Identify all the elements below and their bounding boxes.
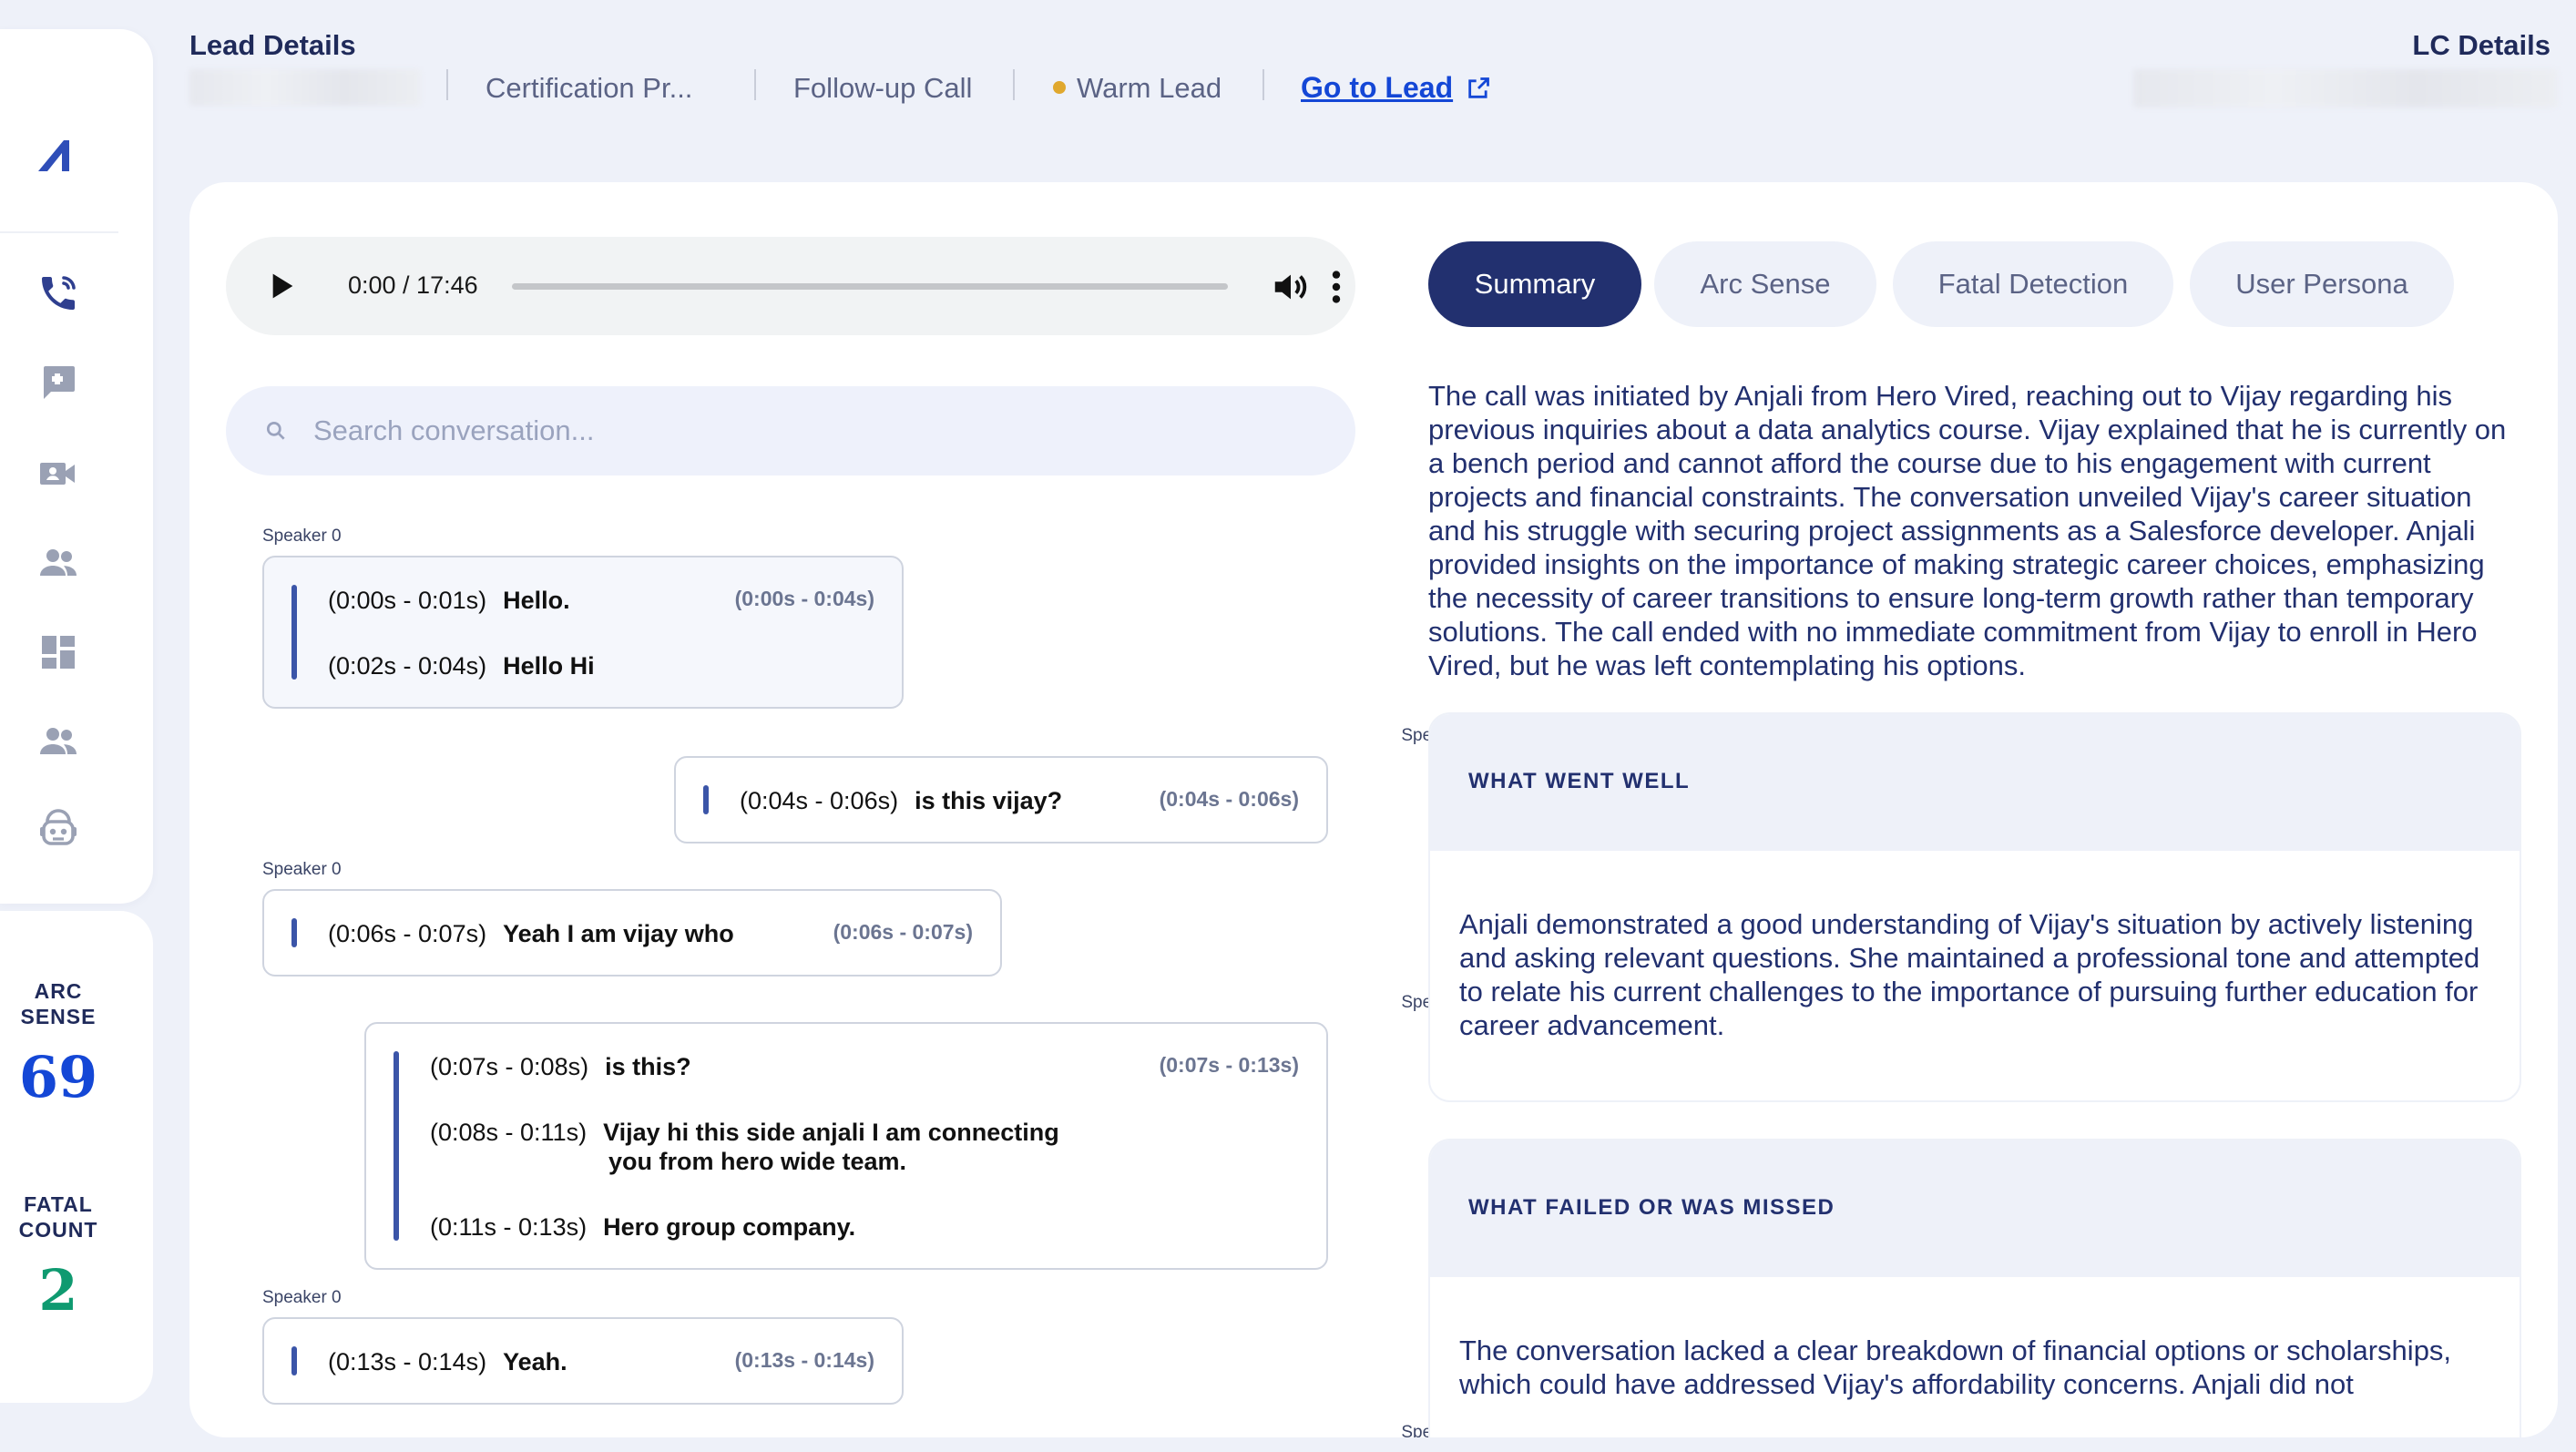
tab-fatal-detection[interactable]: Fatal Detection xyxy=(1893,241,2173,327)
phone-call-icon[interactable] xyxy=(33,268,84,319)
header-separator xyxy=(446,69,448,100)
video-call-icon[interactable] xyxy=(33,448,84,499)
fatal-count-label: FATAL COUNT xyxy=(18,1192,98,1242)
header-separator xyxy=(1262,69,1264,100)
go-to-lead-link[interactable]: Go to Lead xyxy=(1301,71,1491,105)
sidebar-divider xyxy=(0,231,118,233)
message-range: (0:00s - 0:04s) xyxy=(734,587,874,610)
message-range: (0:07s - 0:13s) xyxy=(1159,1053,1299,1077)
message-line: (0:04s - 0:06s) is this vijay? xyxy=(740,787,1063,814)
group-icon[interactable] xyxy=(33,716,84,767)
tab-arc-sense[interactable]: Arc Sense xyxy=(1654,241,1876,327)
people-icon[interactable] xyxy=(33,537,84,588)
search-input[interactable] xyxy=(313,404,1315,457)
message-line: (0:07s - 0:08s) is this? xyxy=(430,1053,691,1080)
lead-name-redacted xyxy=(189,69,421,106)
lead-status-label: Warm Lead xyxy=(1077,72,1222,104)
message-bubble[interactable]: (0:04s - 0:06s) (0:04s - 0:06s) is this v… xyxy=(674,756,1328,844)
header-separator xyxy=(1013,69,1015,100)
header-separator xyxy=(754,69,756,100)
speaker-label: Speaker 0 xyxy=(262,860,342,879)
message-line: (0:00s - 0:01s) Hello. xyxy=(328,587,570,614)
search-icon xyxy=(266,421,285,440)
arc-sense-label: ARC SENSE xyxy=(20,979,97,1028)
message-line: (0:08s - 0:11s) Vijay hi this side anjali… xyxy=(430,1119,1059,1175)
play-icon[interactable] xyxy=(262,268,299,304)
warm-status-dot xyxy=(1053,81,1066,94)
more-options-icon[interactable] xyxy=(1323,266,1350,308)
tab-user-persona[interactable]: User Persona xyxy=(2190,241,2454,327)
go-to-lead-label: Go to Lead xyxy=(1301,71,1454,104)
main-card: 0:00 / 17:46 Speaker 0 (0:00s - 0:04s) (… xyxy=(189,182,2558,1437)
message-line: (0:06s - 0:07s) Yeah I am vijay who xyxy=(328,920,734,947)
progress-track[interactable] xyxy=(512,283,1228,290)
summary-text: The call was initiated by Anjali from He… xyxy=(1428,380,2507,681)
search-bar xyxy=(226,386,1355,475)
fatal-count-value: 2 xyxy=(38,1257,78,1324)
message-bar xyxy=(703,785,709,814)
lc-details-title: LC Details xyxy=(2412,29,2550,61)
message-line: (0:13s - 0:14s) Yeah. xyxy=(328,1348,567,1375)
message-range: (0:06s - 0:07s) xyxy=(833,920,973,944)
message-line: (0:02s - 0:04s) Hello Hi xyxy=(328,652,595,680)
message-bar xyxy=(394,1051,399,1241)
program-name: Certification Pr... xyxy=(486,72,693,104)
app-logo-icon[interactable] xyxy=(33,129,80,177)
section-body: The conversation lacked a clear breakdow… xyxy=(1459,1334,2452,1400)
message-bar xyxy=(291,585,297,680)
message-bubble[interactable]: (0:07s - 0:13s) (0:07s - 0:08s) is this? … xyxy=(364,1022,1328,1270)
what-went-well-card: WHAT WENT WELL Anjali demonstrated a goo… xyxy=(1428,712,2521,1102)
what-failed-card: WHAT FAILED OR WAS MISSED The conversati… xyxy=(1428,1139,2521,1437)
lead-details-title: Lead Details xyxy=(189,29,356,61)
chat-icon[interactable] xyxy=(33,357,84,408)
section-title: WHAT FAILED OR WAS MISSED xyxy=(1468,1195,1835,1220)
message-bubble[interactable]: (0:00s - 0:04s) (0:00s - 0:01s) Hello. (0… xyxy=(262,556,904,709)
arc-sense-value: 69 xyxy=(18,1044,98,1110)
message-bar xyxy=(291,1346,297,1375)
volume-icon[interactable] xyxy=(1270,266,1312,308)
playback-time: 0:00 / 17:46 xyxy=(348,271,478,299)
section-header: WHAT WENT WELL xyxy=(1430,714,2520,851)
speaker-label: Speaker 0 xyxy=(262,527,342,546)
dashboard-icon[interactable] xyxy=(33,627,84,678)
message-bar xyxy=(291,918,297,947)
lead-status: Warm Lead xyxy=(1053,72,1222,105)
sidebar xyxy=(0,29,153,904)
message-range: (0:04s - 0:06s) xyxy=(1159,787,1299,811)
stats-panel: ARC SENSE 69 FATAL COUNT 2 xyxy=(0,911,153,1403)
message-range: (0:13s - 0:14s) xyxy=(734,1348,874,1372)
agent-bot-icon[interactable] xyxy=(33,805,84,856)
message-bubble[interactable]: (0:06s - 0:07s) (0:06s - 0:07s) Yeah I am… xyxy=(262,889,1002,977)
speaker-label: Speaker 0 xyxy=(262,1288,342,1307)
message-line: (0:11s - 0:13s) Hero group company. xyxy=(430,1213,856,1241)
lc-name-redacted xyxy=(2133,69,2558,107)
section-header: WHAT FAILED OR WAS MISSED xyxy=(1430,1140,2520,1277)
section-body: Anjali demonstrated a good understanding… xyxy=(1459,908,2480,1041)
section-title: WHAT WENT WELL xyxy=(1468,769,1691,793)
tab-summary[interactable]: Summary xyxy=(1428,241,1641,327)
message-bubble[interactable]: (0:13s - 0:14s) (0:13s - 0:14s) Yeah. xyxy=(262,1317,904,1405)
call-type: Follow-up Call xyxy=(793,72,973,104)
audio-player: 0:00 / 17:46 xyxy=(226,237,1355,335)
external-link-icon xyxy=(1468,77,1490,98)
